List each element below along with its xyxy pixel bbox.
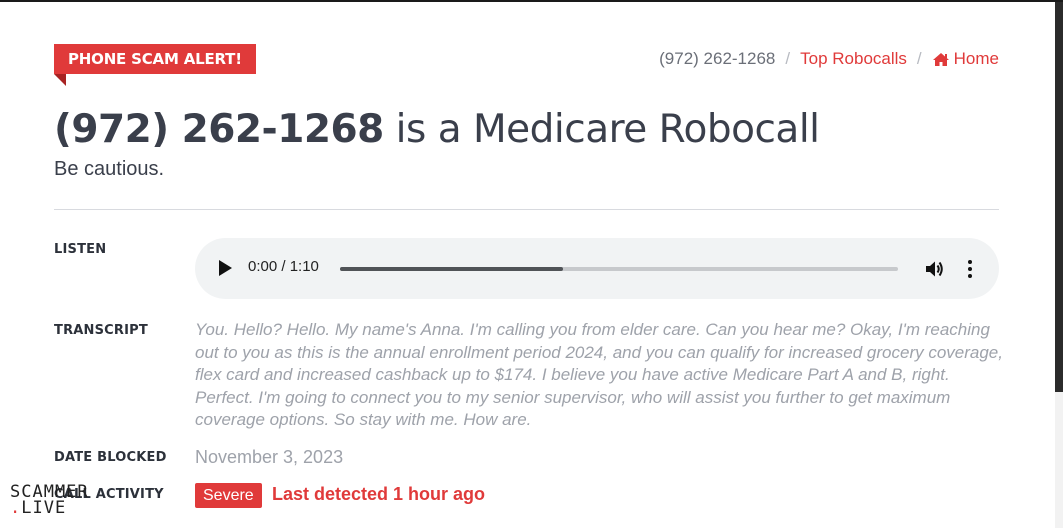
divider <box>54 209 999 210</box>
breadcrumb-home-link[interactable]: Home <box>932 49 999 69</box>
logo-line-2: .LIVE <box>10 498 89 518</box>
logo-live: LIVE <box>21 498 67 518</box>
scrollbar[interactable] <box>1055 2 1063 528</box>
volume-icon[interactable] <box>923 258 945 280</box>
scrollbar-thumb[interactable] <box>1055 2 1063 392</box>
audio-time: 0:00 / 1:10 <box>248 258 319 275</box>
home-icon <box>932 52 949 66</box>
phone-number: (972) 262-1268 <box>54 107 384 152</box>
breadcrumb-separator: / <box>785 49 791 68</box>
page-subtitle: Be cautious. <box>54 158 165 180</box>
title-description: is a Medicare Robocall <box>383 107 820 152</box>
breadcrumb-top-robocalls-link[interactable]: Top Robocalls <box>800 49 907 69</box>
transcript-label: TRANSCRIPT <box>54 323 148 338</box>
logo-dot: . <box>10 498 22 518</box>
transcript-text: You. Hello? Hello. My name's Anna. I'm c… <box>195 320 1003 430</box>
audio-progress-fill <box>340 267 564 271</box>
breadcrumb: (972) 262-1268 / Top Robocalls / Home <box>659 49 999 69</box>
phone-scam-alert-tag: PHONE SCAM ALERT! <box>54 44 256 86</box>
play-icon[interactable] <box>219 260 232 276</box>
severity-badge: Severe <box>195 483 262 508</box>
scammer-live-logo: SCAMMER .LIVE <box>10 484 89 518</box>
breadcrumb-current: (972) 262-1268 <box>659 49 776 68</box>
more-vert-icon[interactable] <box>965 259 975 279</box>
audio-progress-track[interactable] <box>340 267 898 271</box>
date-blocked-value: November 3, 2023 <box>195 447 344 467</box>
top-border <box>0 0 1063 2</box>
audio-player[interactable]: 0:00 / 1:10 <box>195 238 999 299</box>
listen-label: LISTEN <box>54 242 107 257</box>
date-blocked-label: DATE BLOCKED <box>54 450 167 465</box>
breadcrumb-separator: / <box>916 49 922 68</box>
last-detected-text: Last detected 1 hour ago <box>272 484 486 504</box>
page-title: (972) 262-1268 is a Medicare Robocall <box>54 105 820 155</box>
breadcrumb-home-label: Home <box>953 49 999 68</box>
